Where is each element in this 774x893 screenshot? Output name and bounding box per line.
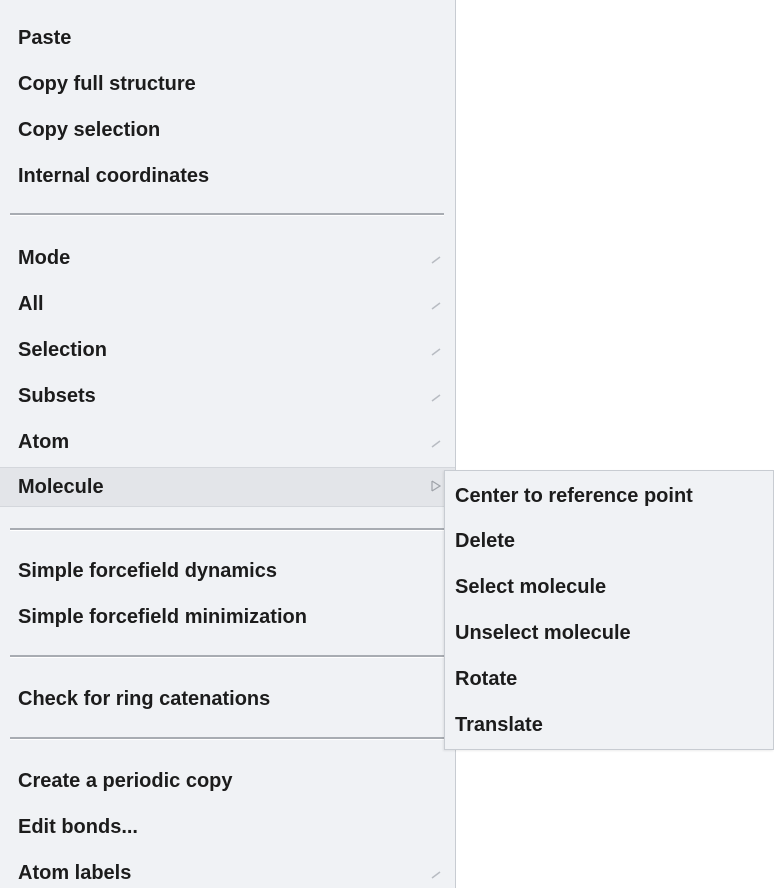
menu-item-molecule[interactable]: Molecule [0,467,455,507]
submenu-item-label: Center to reference point [455,485,693,507]
molecule-submenu: Center to reference point Delete Select … [444,470,774,750]
menu-item-label: Create a periodic copy [18,770,233,792]
menu-item-label: All [18,293,44,315]
menu-item-label: Copy selection [18,119,161,141]
submenu-item-center-to-reference-point[interactable]: Center to reference point [445,476,773,516]
menu-item-check-ring-catenations[interactable]: Check for ring catenations [0,679,455,719]
menu-item-simple-forcefield-minimization[interactable]: Simple forcefield minimization [0,597,455,637]
menu-item-atom-labels[interactable]: Atom labels [0,853,455,893]
chevron-right-icon [431,480,442,492]
submenu-item-label: Select molecule [455,576,607,598]
menu-item-simple-forcefield-dynamics[interactable]: Simple forcefield dynamics [0,551,455,591]
menu-item-atom[interactable]: Atom [0,422,455,462]
submenu-item-unselect-molecule[interactable]: Unselect molecule [445,613,773,653]
menu-item-internal-coordinates[interactable]: Internal coordinates [0,156,455,196]
chevron-right-icon [431,302,441,310]
menu-item-paste[interactable]: Paste [0,18,455,58]
menu-item-label: Simple forcefield dynamics [18,560,277,582]
menu-item-label: Subsets [18,385,96,407]
menu-item-create-periodic-copy[interactable]: Create a periodic copy [0,761,455,801]
submenu-item-rotate[interactable]: Rotate [445,659,773,699]
menu-item-label: Mode [18,247,71,269]
menu-item-label: Paste [18,27,72,49]
menu-item-edit-bonds[interactable]: Edit bonds... [0,807,455,847]
menu-item-label: Internal coordinates [18,165,210,187]
chevron-right-icon [431,440,441,448]
submenu-item-label: Delete [455,530,516,552]
menu-separator [10,528,444,531]
menu-item-label: Selection [18,339,107,361]
menu-item-label: Molecule [18,476,104,498]
menu-item-label: Check for ring catenations [18,688,271,710]
menu-item-all[interactable]: All [0,284,455,324]
submenu-item-label: Unselect molecule [455,622,631,644]
chevron-right-icon [431,348,441,356]
menu-item-subsets[interactable]: Subsets [0,376,455,416]
menu-item-label: Atom [18,431,70,453]
submenu-item-label: Rotate [455,668,518,690]
menu-item-label: Atom labels [18,862,132,884]
submenu-item-label: Translate [455,714,543,736]
menu-item-label: Copy full structure [18,73,196,95]
submenu-item-translate[interactable]: Translate [445,705,773,745]
menu-item-label: Edit bonds... [18,816,138,838]
menu-item-copy-selection[interactable]: Copy selection [0,110,455,150]
menu-separator [10,737,444,740]
chevron-right-icon [431,256,441,264]
submenu-item-delete[interactable]: Delete [445,521,773,561]
menu-item-copy-full-structure[interactable]: Copy full structure [0,64,455,104]
chevron-right-icon [431,394,441,402]
chevron-right-icon [431,871,441,879]
context-menu: Paste Copy full structure Copy selection… [0,0,456,888]
menu-separator [10,213,444,216]
menu-item-mode[interactable]: Mode [0,238,455,278]
menu-item-label: Simple forcefield minimization [18,606,307,628]
menu-separator [10,655,444,658]
menu-item-selection[interactable]: Selection [0,330,455,370]
submenu-item-select-molecule[interactable]: Select molecule [445,567,773,607]
